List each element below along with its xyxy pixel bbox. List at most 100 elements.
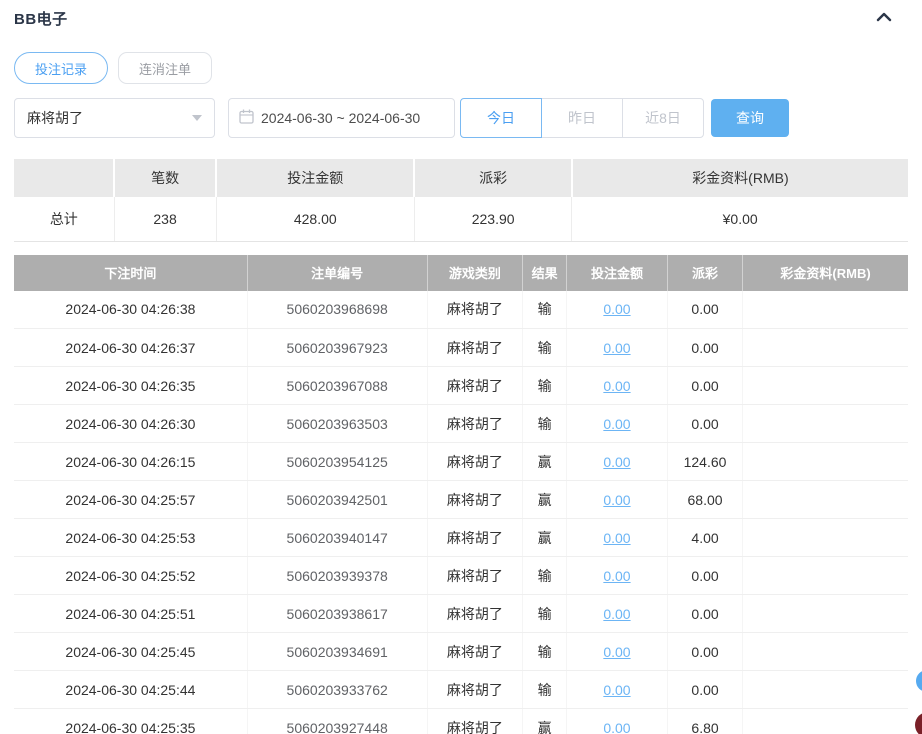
quick-date-buttons: 今日 昨日 近8日 [460,98,704,138]
payout-cell: 124.60 [667,442,744,481]
payout-cell: 68.00 [667,480,744,519]
bet-amount-link[interactable]: 0.00 [603,606,630,622]
game-type-cell: 麻将胡了 [427,556,524,595]
page-title: BB电子 [14,11,68,28]
header-bonus: 彩金资料(RMB) [742,254,908,291]
order-number-cell: 5060203927448 [247,708,428,734]
game-type-cell: 麻将胡了 [427,290,524,329]
bonus-cell [742,366,908,405]
bet-amount-cell: 0.00 [566,556,668,595]
table-row: 2024-06-30 04:26:35 5060203967088 麻将胡了输 0.0… [14,366,908,405]
table-row: 2024-06-30 04:25:53 5060203940147 麻将胡了赢 0.0… [14,518,908,557]
bet-time-cell: 2024-06-30 04:25:51 [14,594,248,633]
header-order-number: 注单编号 [247,254,428,291]
table-row: 2024-06-30 04:26:37 5060203967923 麻将胡了输 0.0… [14,328,908,367]
payout-cell: 0.00 [667,556,744,595]
record-type-tabs: 投注记录 连消注单 [14,52,908,84]
summary-header-bonus: 彩金资料(RMB) [571,159,908,197]
bet-time-cell: 2024-06-30 04:26:37 [14,328,248,367]
bet-amount-link[interactable]: 0.00 [603,530,630,546]
header-result: 结果 [522,254,567,291]
bonus-cell [742,518,908,557]
summary-header-bet-amount: 投注金额 [216,159,416,197]
bet-time-cell: 2024-06-30 04:25:44 [14,670,248,709]
filter-bar: 麻将胡了 2024-06-30 ~ 2024-06-30 今日 昨日 近8日 查… [14,98,908,138]
game-type-cell: 麻将胡了 [427,404,524,443]
summary-header-row: 笔数 投注金额 派彩 彩金资料(RMB) [14,159,908,197]
table-row: 2024-06-30 04:25:35 5060203927448 麻将胡了赢 0.0… [14,708,908,734]
total-bet-amount: 428.00 [216,197,415,242]
bet-time-cell: 2024-06-30 04:25:35 [14,708,248,734]
bonus-cell [742,290,908,329]
result-cell: 输 [522,632,567,671]
table-row: 2024-06-30 04:26:38 5060203968698 麻将胡了输 0.0… [14,290,908,329]
bet-amount-link[interactable]: 0.00 [603,682,630,698]
tab-label: 连消注单 [139,61,192,77]
floating-promo-button[interactable] [915,712,922,734]
bet-time-cell: 2024-06-30 04:25:53 [14,518,248,557]
bonus-cell [742,632,908,671]
bet-amount-link[interactable]: 0.00 [603,492,630,508]
bet-amount-link[interactable]: 0.00 [603,340,630,356]
total-payout: 223.90 [414,197,573,242]
game-type-cell: 麻将胡了 [427,518,524,557]
result-cell: 输 [522,556,567,595]
bet-amount-link[interactable]: 0.00 [603,568,630,584]
bet-amount-cell: 0.00 [566,480,668,519]
payout-cell: 6.80 [667,708,744,734]
bet-amount-link[interactable]: 0.00 [603,644,630,660]
total-count: 238 [114,197,217,242]
bet-amount-link[interactable]: 0.00 [603,720,630,734]
bet-amount-cell: 0.00 [566,328,668,367]
table-row: 2024-06-30 04:26:15 5060203954125 麻将胡了赢 0.0… [14,442,908,481]
bet-amount-link[interactable]: 0.00 [603,416,630,432]
bet-amount-cell: 0.00 [566,708,668,734]
table-row: 2024-06-30 04:25:52 5060203939378 麻将胡了输 0.0… [14,556,908,595]
tab-cancelled-orders[interactable]: 连消注单 [118,52,213,84]
table-row: 2024-06-30 04:25:51 5060203938617 麻将胡了输 0.0… [14,594,908,633]
bet-amount-link[interactable]: 0.00 [603,454,630,470]
tab-label: 投注记录 [35,61,88,77]
order-number-cell: 5060203942501 [247,480,428,519]
payout-cell: 0.00 [667,290,744,329]
last-8-days-button[interactable]: 近8日 [622,98,704,138]
today-button[interactable]: 今日 [460,98,542,138]
game-type-cell: 麻将胡了 [427,366,524,405]
bonus-cell [742,442,908,481]
bonus-cell [742,480,908,519]
result-cell: 输 [522,290,567,329]
bet-amount-link[interactable]: 0.00 [603,378,630,394]
collapse-button[interactable] [868,8,900,28]
date-range-input[interactable]: 2024-06-30 ~ 2024-06-30 [228,98,455,138]
game-type-cell: 麻将胡了 [427,708,524,734]
result-cell: 输 [522,594,567,633]
result-cell: 输 [522,328,567,367]
game-select[interactable]: 麻将胡了 [14,98,215,138]
table-row: 2024-06-30 04:25:44 5060203933762 麻将胡了输 0.0… [14,670,908,709]
bet-time-cell: 2024-06-30 04:26:35 [14,366,248,405]
header-bet-time: 下注时间 [14,254,248,291]
payout-cell: 0.00 [667,328,744,367]
query-button[interactable]: 查询 [711,99,789,137]
bonus-cell [742,404,908,443]
bet-time-cell: 2024-06-30 04:25:45 [14,632,248,671]
order-number-cell: 5060203939378 [247,556,428,595]
payout-cell: 0.00 [667,404,744,443]
payout-cell: 4.00 [667,518,744,557]
payout-cell: 0.00 [667,632,744,671]
total-bonus: ¥0.00 [571,197,908,242]
tab-betting-records[interactable]: 投注记录 [14,52,109,84]
header-game-type: 游戏类别 [427,254,524,291]
bonus-cell [742,708,908,734]
order-number-cell: 5060203938617 [247,594,428,633]
header-bet-amount: 投注金额 [566,254,668,291]
bonus-cell [742,594,908,633]
bet-amount-link[interactable]: 0.00 [603,301,630,317]
yesterday-button[interactable]: 昨日 [541,98,623,138]
floating-service-button[interactable] [916,670,922,692]
chevron-down-icon [192,115,202,121]
detail-table: 下注时间 注单编号 游戏类别 结果 投注金额 派彩 彩金资料(RMB) 2024… [14,254,908,734]
result-cell: 赢 [522,480,567,519]
order-number-cell: 5060203934691 [247,632,428,671]
bet-amount-cell: 0.00 [566,670,668,709]
